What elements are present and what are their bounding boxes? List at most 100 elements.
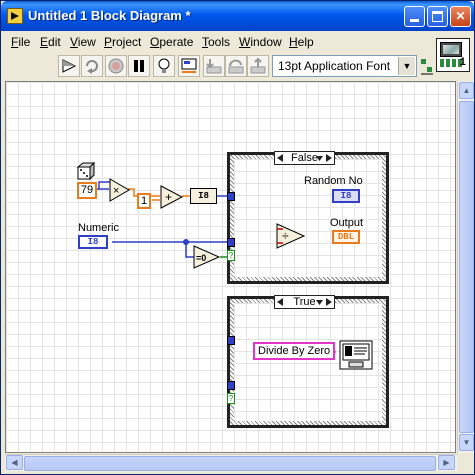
divide-by-zero-string-constant[interactable]: Divide By Zero [253, 342, 336, 360]
menu-label: dit [48, 35, 61, 49]
random-no-type: I8 [340, 191, 352, 201]
abort-button[interactable] [105, 55, 127, 77]
resize-grip-icon[interactable] [457, 454, 474, 471]
increment-case-icon[interactable] [326, 298, 332, 306]
random-no-indicator[interactable]: I8 [332, 189, 360, 203]
chevron-down-icon[interactable]: ▼ [398, 57, 415, 75]
vertical-scroll-thumb[interactable] [459, 101, 474, 433]
random-no-label: Random No [304, 175, 363, 187]
retain-wire-values-button[interactable] [178, 55, 200, 77]
convert-label: I8 [198, 191, 209, 201]
menu-label: ools [208, 35, 231, 49]
case-selector-label: False [291, 152, 318, 164]
step-into-icon [206, 59, 222, 74]
add-node[interactable]: + [160, 185, 184, 209]
numeric-control-terminal[interactable]: I8 [78, 235, 108, 249]
pause-icon [134, 60, 144, 72]
retain-wire-values-icon [181, 58, 197, 73]
run-button[interactable] [58, 55, 80, 77]
output-type: DBL [337, 232, 355, 242]
case-selector-false[interactable]: False [274, 151, 335, 165]
horizontal-scroll-thumb[interactable] [24, 456, 436, 471]
increment-case-icon[interactable] [326, 154, 332, 162]
one-button-dialog-icon[interactable] [339, 340, 373, 370]
menu-project[interactable]: Project [104, 35, 141, 49]
menu-mnemonic: H [289, 35, 298, 49]
equal-zero-symbol: =0 [196, 253, 206, 263]
run-continuously-icon [86, 60, 98, 74]
menu-window[interactable]: Window [239, 35, 282, 49]
case-selector-label: True [293, 296, 316, 308]
menu-view[interactable]: View [70, 35, 96, 49]
input-tunnel-random[interactable] [227, 192, 235, 201]
step-out-button[interactable] [247, 55, 269, 77]
font-select-value: 13pt Application Font [278, 59, 391, 73]
case-structure-false[interactable] [227, 152, 389, 284]
case-selector-terminal-true[interactable]: ? [227, 393, 235, 404]
menu-help[interactable]: Help [289, 35, 314, 49]
menu-edit[interactable]: Edit [40, 35, 61, 49]
align-objects-button[interactable] [420, 57, 434, 75]
input-tunnel-numeric[interactable] [227, 238, 235, 247]
step-into-button[interactable] [203, 55, 225, 77]
constant-79[interactable]: 79 [77, 182, 97, 199]
numeric-label: Numeric [78, 222, 119, 234]
input-tunnel-random-true[interactable] [227, 336, 235, 345]
font-select[interactable]: 13pt Application Font ▼ [272, 55, 417, 77]
menu-mnemonic: P [104, 35, 113, 49]
run-continuously-button[interactable] [81, 55, 103, 77]
menu-label: iew [77, 35, 96, 49]
block-diagram-canvas[interactable]: 79 × 1 + I8 Numeric I8 =0 False ? Random… [5, 81, 456, 453]
output-indicator[interactable]: DBL [332, 230, 360, 244]
menu-tools[interactable]: Tools [202, 35, 230, 49]
random-number-icon[interactable] [76, 162, 96, 182]
step-over-icon [228, 59, 244, 74]
decrement-case-icon[interactable] [277, 154, 283, 162]
vi-connector-pane-icon[interactable]: 1 [436, 38, 470, 72]
selector-mark: ? [228, 251, 234, 260]
highlight-execution-button[interactable] [153, 55, 175, 77]
scroll-up-icon[interactable]: ▲ [459, 82, 474, 99]
menu-label: roject [112, 35, 142, 49]
maximize-button[interactable] [427, 6, 448, 27]
equal-to-zero-node[interactable]: =0 [193, 245, 221, 269]
case-selector-true[interactable]: True [274, 295, 335, 309]
pause-button[interactable] [128, 55, 150, 77]
decrement-case-icon[interactable] [277, 298, 283, 306]
title-bar[interactable]: Untitled 1 Block Diagram * ✕ [1, 1, 474, 31]
vi-icon-number: 1 [459, 57, 466, 69]
highlight-execution-icon [158, 58, 170, 73]
input-tunnel-numeric-true[interactable] [227, 381, 235, 390]
step-over-button[interactable] [225, 55, 247, 77]
minimize-icon [410, 19, 419, 22]
menu-label: indow [250, 35, 282, 49]
wire-junction-dot [183, 239, 189, 245]
numeric-type: I8 [87, 237, 99, 247]
menu-operate[interactable]: Operate [150, 35, 193, 49]
menu-label: ile [18, 35, 31, 49]
scroll-down-icon[interactable]: ▼ [459, 434, 474, 451]
abort-icon [108, 58, 124, 74]
block-diagram-window: Untitled 1 Block Diagram * ✕ File Edit V… [0, 0, 475, 475]
menu-label: perate [159, 35, 194, 49]
run-icon [62, 59, 77, 73]
menu-file[interactable]: File [11, 35, 30, 49]
constant-1[interactable]: 1 [137, 193, 151, 209]
menu-mnemonic: E [40, 35, 49, 49]
minimize-button[interactable] [404, 6, 425, 27]
scroll-right-icon[interactable]: ▶ [438, 455, 455, 470]
horizontal-scrollbar[interactable]: ◀ ▶ [5, 454, 457, 471]
chevron-down-icon[interactable] [316, 300, 323, 305]
multiply-node[interactable]: × [109, 178, 131, 202]
add-symbol: + [165, 190, 172, 204]
scroll-left-icon[interactable]: ◀ [6, 455, 23, 470]
to-i8-convert-node[interactable]: I8 [190, 188, 217, 204]
divide-node[interactable]: ÷ [276, 223, 306, 249]
case-selector-terminal[interactable]: ? [227, 250, 235, 261]
menu-mnemonic: W [239, 35, 251, 49]
vertical-scrollbar[interactable]: ▲ ▼ [457, 81, 474, 453]
divide-symbol: ÷ [282, 229, 289, 243]
step-out-icon [250, 57, 266, 74]
selector-mark: ? [228, 394, 234, 403]
close-button[interactable]: ✕ [450, 6, 471, 27]
